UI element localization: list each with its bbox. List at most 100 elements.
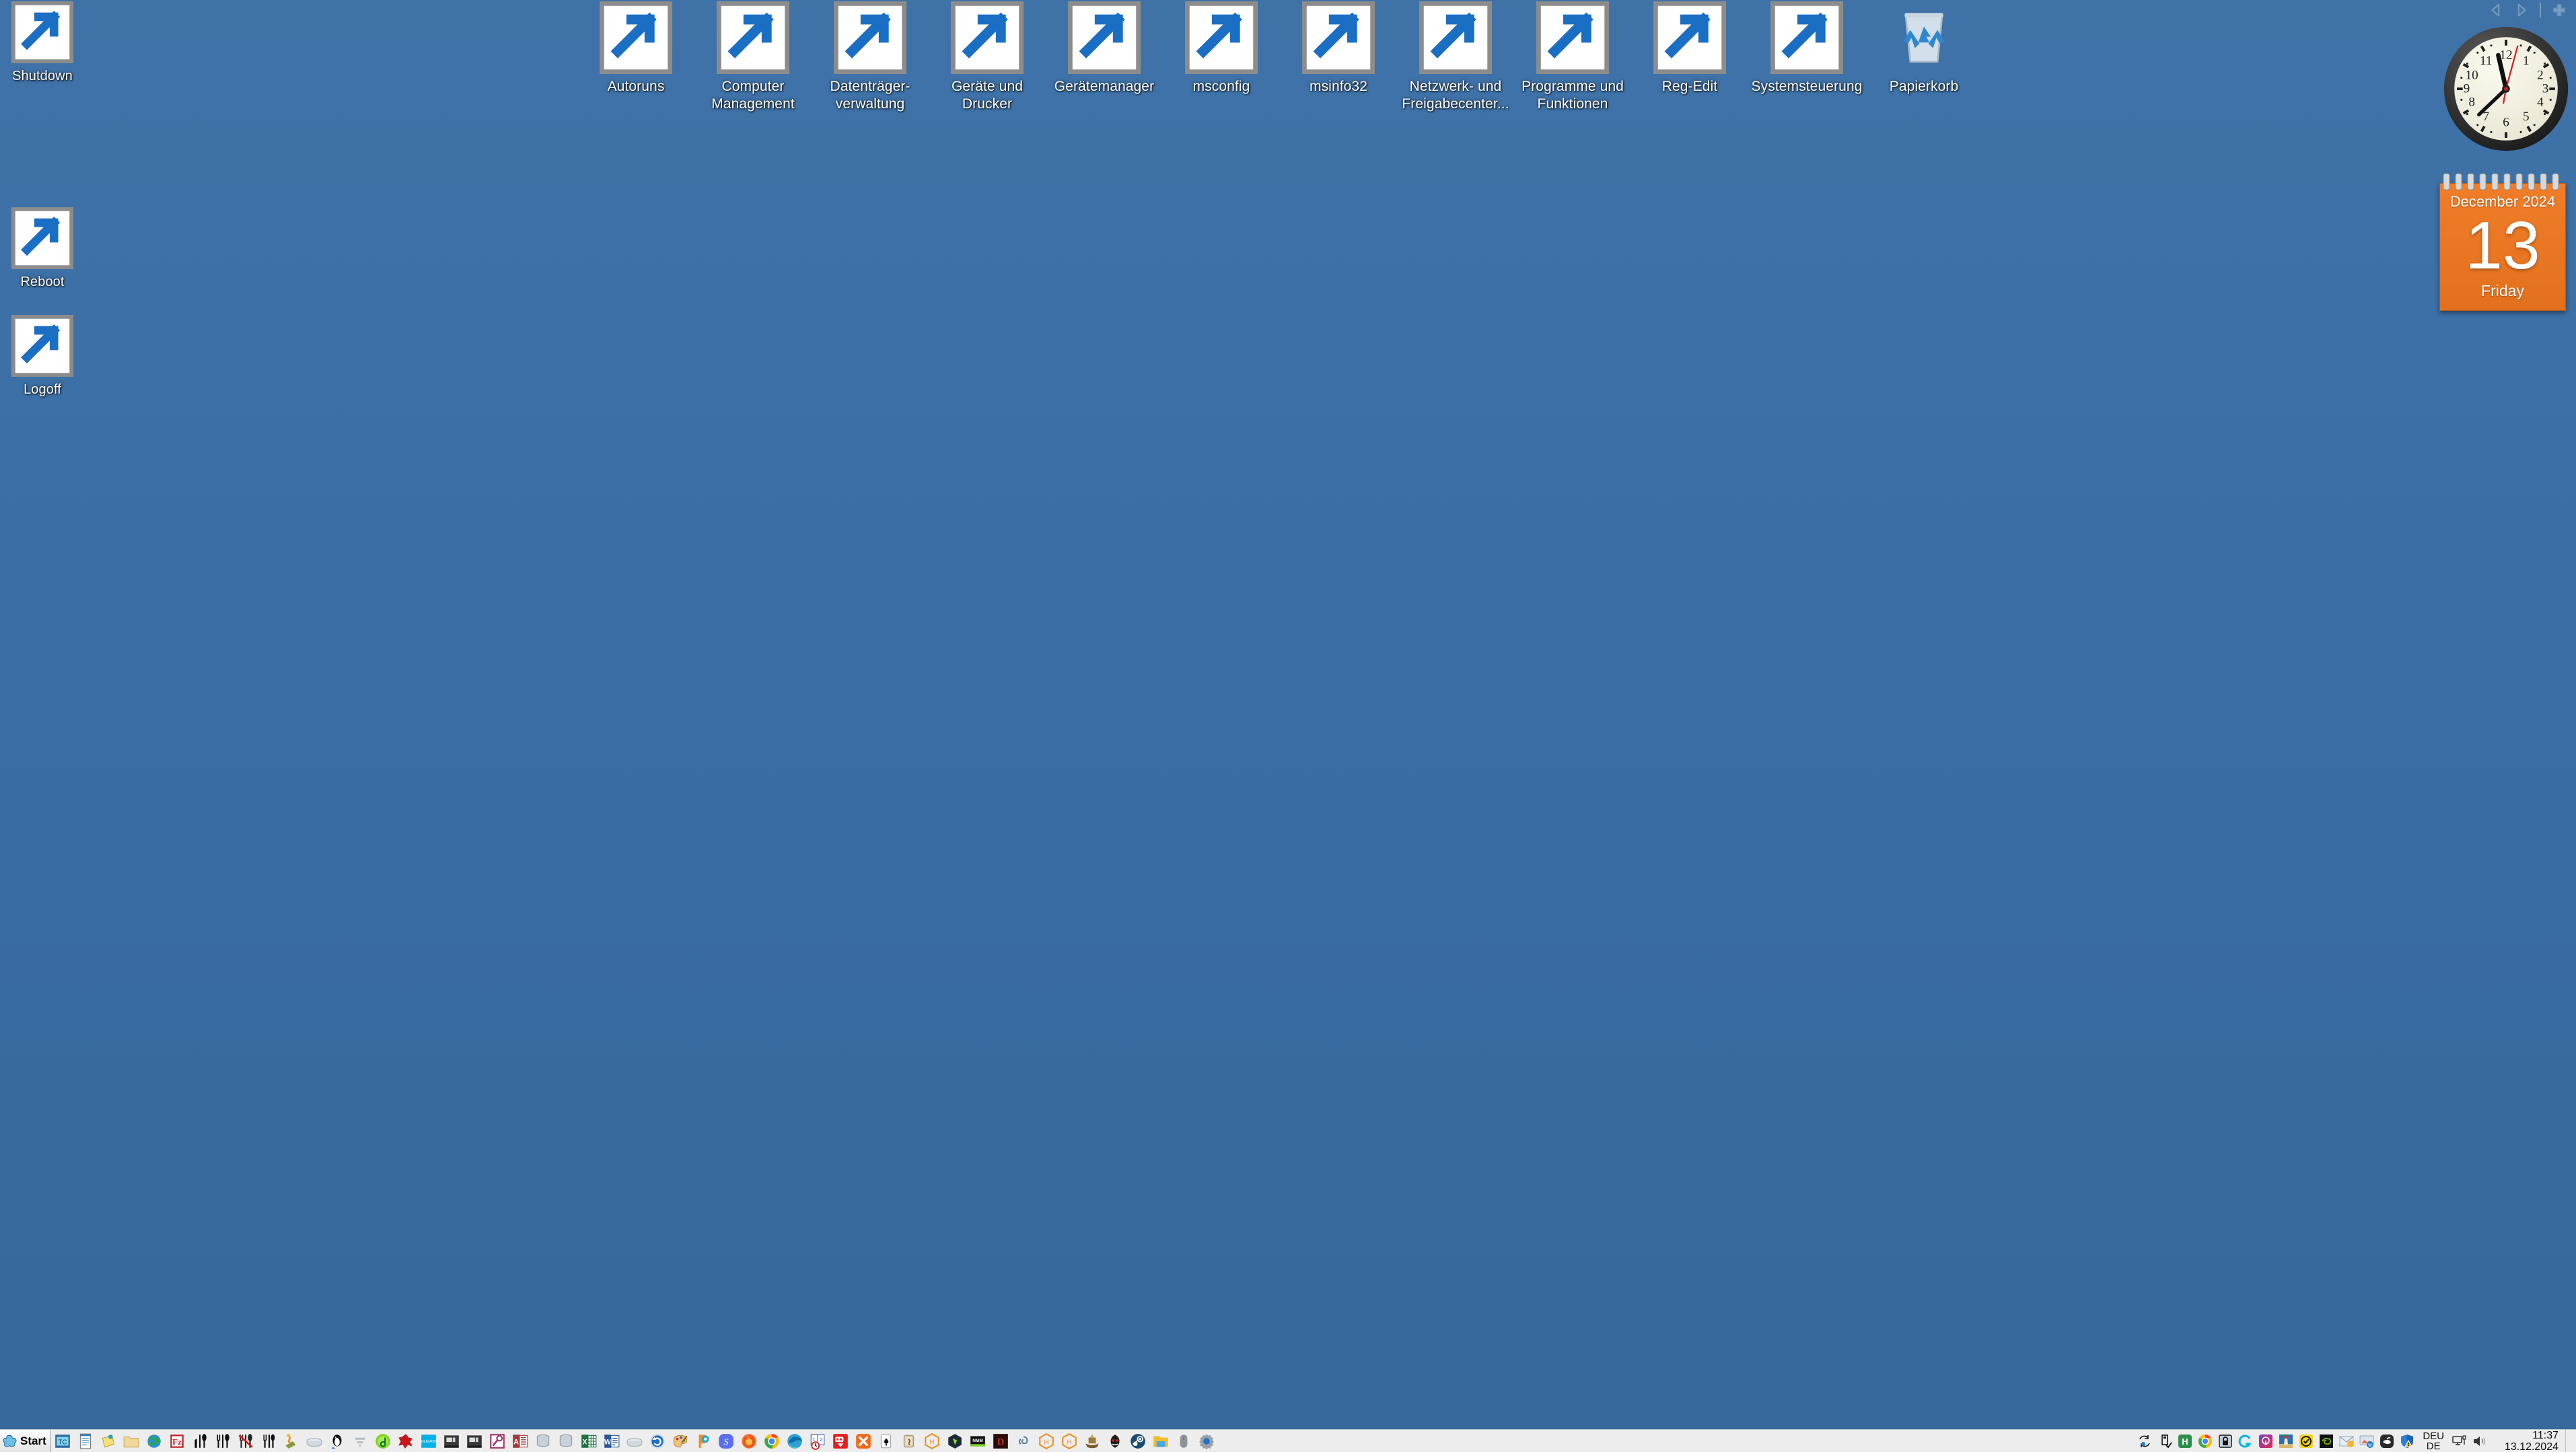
quicklaunch-hex-orange-icon[interactable]: H	[921, 1430, 943, 1452]
quicklaunch-mahjong-icon[interactable]	[898, 1430, 921, 1452]
quicklaunch-wifi-icon[interactable]	[349, 1430, 371, 1452]
start-button[interactable]: Start	[0, 1430, 51, 1452]
quicklaunch-laptop-icon[interactable]	[440, 1430, 463, 1452]
svg-text:2: 2	[2537, 68, 2544, 82]
network-sharing-center-icon	[1419, 3, 1492, 75]
analog-clock-gadget[interactable]: 1212 345 678 91011	[2441, 24, 2571, 153]
quicklaunch-paint-palette-icon[interactable]	[669, 1430, 692, 1452]
tray-lock-icon[interactable]	[2215, 1430, 2235, 1452]
quick-launch-bar[interactable]: TC Fz	[51, 1430, 1218, 1452]
quicklaunch-xampp-icon[interactable]	[852, 1430, 875, 1452]
quicklaunch-s-app-icon[interactable]: S	[715, 1430, 738, 1452]
quicklaunch-chrome-icon[interactable]	[760, 1430, 783, 1452]
language-indicator[interactable]: DEU DE	[2417, 1431, 2449, 1451]
quicklaunch-sticky-notes-icon[interactable]	[97, 1430, 120, 1452]
quicklaunch-edge-icon[interactable]	[783, 1430, 806, 1452]
tray-eagle-icon[interactable]	[2377, 1430, 2397, 1452]
quicklaunch-penguin-icon[interactable]	[326, 1430, 349, 1452]
taskbar-empty-area[interactable]	[1218, 1430, 2135, 1452]
desktop-icon-geraete-und-drucker[interactable]: Geräte und Drucker	[930, 3, 1044, 113]
quicklaunch-cutlery-icon-3[interactable]	[257, 1430, 280, 1452]
quicklaunch-holemont-icon[interactable]: HOLEMONT	[417, 1430, 440, 1452]
quicklaunch-database-icon-2[interactable]	[554, 1430, 577, 1452]
quicklaunch-ship-icon[interactable]	[1081, 1430, 1104, 1452]
quicklaunch-cutlery-icon[interactable]	[188, 1430, 211, 1452]
quicklaunch-dynamite-icon[interactable]	[280, 1430, 303, 1452]
tray-nvidia-icon[interactable]	[2316, 1430, 2336, 1452]
quicklaunch-spiral-icon[interactable]	[1012, 1430, 1035, 1452]
quicklaunch-mouse-icon[interactable]	[1172, 1430, 1195, 1452]
tray-yellow-check-icon[interactable]	[2296, 1430, 2316, 1452]
tray-defender-warning-icon[interactable]	[2397, 1430, 2417, 1452]
quicklaunch-gear-icon[interactable]	[1195, 1430, 1218, 1452]
desktop[interactable]: Shutdown Reboot	[0, 0, 2576, 1429]
quicklaunch-magnifier-icon[interactable]	[486, 1430, 509, 1452]
desktop-icon-netzwerk-freigabecenter[interactable]: Netzwerk- und Freigabecenter...	[1398, 3, 1513, 113]
network-icon[interactable]	[2449, 1430, 2470, 1452]
show-desktop-button[interactable]	[2565, 1430, 2573, 1452]
quicklaunch-dtoolbar-icon[interactable]	[371, 1430, 394, 1452]
tray-display-w-icon[interactable]: W	[2357, 1430, 2377, 1452]
quicklaunch-firefox-icon[interactable]	[738, 1430, 760, 1452]
quicklaunch-globe-icon[interactable]	[143, 1430, 166, 1452]
desktop-icon-datentraegerverwaltung[interactable]: Datenträger-verwaltung	[813, 3, 927, 113]
desktop-icon-msconfig[interactable]: msconfig	[1164, 3, 1279, 96]
quicklaunch-folder-blue-icon[interactable]	[1149, 1430, 1172, 1452]
quicklaunch-nmm-icon[interactable]: NMM	[966, 1430, 989, 1452]
desktop-icon-reboot[interactable]: Reboot	[0, 209, 93, 291]
tray-gradient-app-icon[interactable]	[2256, 1430, 2276, 1452]
quicklaunch-solitaire-icon[interactable]	[875, 1430, 898, 1452]
desktop-icon-papierkorb[interactable]: Papierkorb	[1867, 3, 1981, 96]
desktop-icon-computer-management[interactable]: Computer Management	[696, 3, 810, 113]
desktop-icon-programme-und-funktionen[interactable]: Programme und Funktionen	[1515, 3, 1630, 113]
calendar-gadget[interactable]: December 2024 13 Friday	[2437, 174, 2569, 314]
quicklaunch-filezilla-icon[interactable]: Fz	[166, 1430, 188, 1452]
quicklaunch-hex-orange-icon-3[interactable]: H	[1058, 1430, 1081, 1452]
taskbar-clock[interactable]: 11:37 13.12.2024	[2490, 1430, 2565, 1452]
quicklaunch-drive-icon[interactable]	[303, 1430, 326, 1452]
quicklaunch-calendar-clock-icon[interactable]: 12	[806, 1430, 829, 1452]
desktop-icon-msinfo32[interactable]: i msinfo32	[1281, 3, 1396, 96]
tray-usb-eject-icon[interactable]	[2155, 1430, 2175, 1452]
quicklaunch-database-icon[interactable]	[532, 1430, 554, 1452]
tray-chrome-icon[interactable]	[2195, 1430, 2215, 1452]
desktop-icon-reg-edit[interactable]: Reg-Edit	[1633, 3, 1747, 96]
quicklaunch-sync-icon[interactable]	[646, 1430, 669, 1452]
quicklaunch-witcher-icon[interactable]	[1104, 1430, 1126, 1452]
desktop-icon-shutdown[interactable]: Shutdown	[0, 3, 93, 85]
quicklaunch-totalcommander-icon[interactable]: TC	[51, 1430, 74, 1452]
gadget-controls[interactable]	[2489, 3, 2567, 17]
desktop-icon-geraetemanager[interactable]: Gerätemanager	[1047, 3, 1161, 96]
quicklaunch-drive-icon-2[interactable]	[623, 1430, 646, 1452]
tray-h-green-icon[interactable]: H	[2175, 1430, 2195, 1452]
desktop-icon-logoff[interactable]: Logoff	[0, 316, 93, 398]
tray-sync-circle-icon[interactable]	[2135, 1430, 2155, 1452]
volume-icon[interactable]	[2470, 1430, 2490, 1452]
quicklaunch-laptop-icon-2[interactable]	[463, 1430, 486, 1452]
tray-mail-icon[interactable]	[2336, 1430, 2357, 1452]
system-tray[interactable]: H W	[2135, 1430, 2576, 1452]
quicklaunch-photo-app-icon[interactable]	[692, 1430, 715, 1452]
quicklaunch-hex-dark-icon[interactable]	[943, 1430, 966, 1452]
quicklaunch-cutlery-disabled-icon[interactable]	[234, 1430, 257, 1452]
quicklaunch-notepad-icon[interactable]	[74, 1430, 97, 1452]
add-gadget-icon[interactable]	[2552, 3, 2567, 17]
tray-logitech-g-icon[interactable]	[2235, 1430, 2256, 1452]
quicklaunch-cutlery-icon-2[interactable]	[211, 1430, 234, 1452]
quicklaunch-folder-icon[interactable]	[120, 1430, 143, 1452]
next-gadget-icon[interactable]	[2514, 3, 2529, 17]
desktop-icon-autoruns[interactable]: Autoruns	[579, 3, 693, 96]
desktop-icon-systemsteuerung[interactable]: Systemsteuerung	[1750, 3, 1864, 96]
tray-lighthouse-icon[interactable]	[2276, 1430, 2296, 1452]
quicklaunch-hex-orange-icon-2[interactable]: H	[1035, 1430, 1058, 1452]
quicklaunch-red-splat-icon[interactable]	[394, 1430, 417, 1452]
quicklaunch-word-icon[interactable]: W	[600, 1430, 623, 1452]
taskbar[interactable]: Start TC Fz	[0, 1429, 2576, 1452]
quicklaunch-excel-icon[interactable]: X	[577, 1430, 600, 1452]
quicklaunch-access-icon[interactable]: A	[509, 1430, 532, 1452]
quicklaunch-steam-icon[interactable]	[1126, 1430, 1149, 1452]
quicklaunch-video-download-icon[interactable]	[829, 1430, 852, 1452]
registry-editor-icon	[1653, 3, 1726, 75]
prev-gadget-icon[interactable]	[2489, 3, 2503, 17]
quicklaunch-diablo-icon[interactable]: D	[989, 1430, 1012, 1452]
